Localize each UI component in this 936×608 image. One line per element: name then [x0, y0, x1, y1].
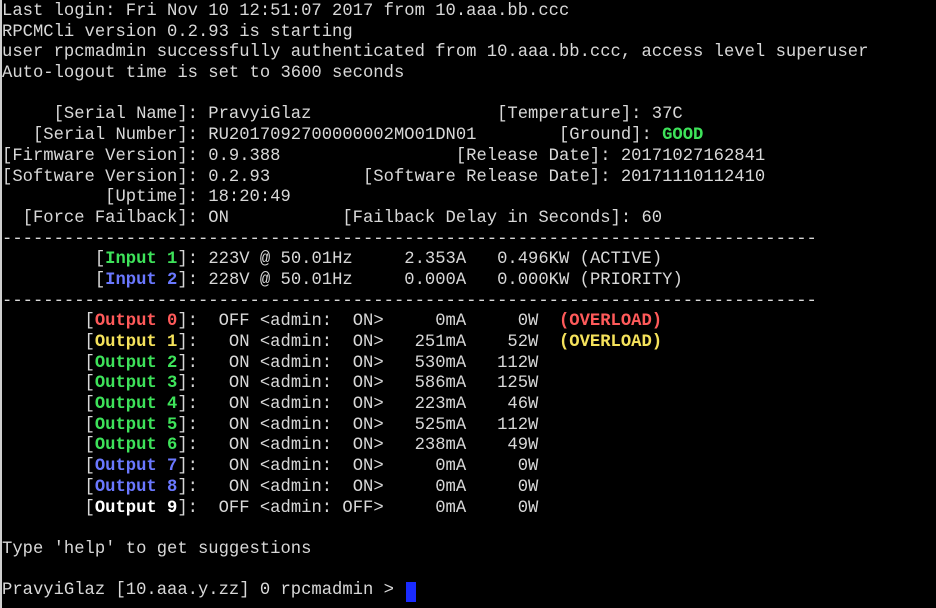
- input-label: Input 2: [105, 270, 178, 290]
- output-label: Output 9: [94, 498, 178, 518]
- input-label: Input 1: [105, 250, 178, 270]
- separator-bottom: ----------------------------------------…: [2, 291, 817, 311]
- output-bracket: ]: [177, 457, 188, 477]
- serial-name-row: [Serial Name]: PravyiGlaz [Temperature]:…: [2, 105, 683, 125]
- output-row: [Output 4]: ON <admin: ON> 223mA 46W: [2, 395, 936, 416]
- output-label: Output 2: [94, 353, 178, 373]
- output-values: : OFF <admin: OFF> 0mA 0W: [187, 498, 539, 518]
- failback-row: [Force Failback]: ON [Failback Delay in …: [2, 208, 663, 228]
- output-prefix: [: [2, 477, 95, 497]
- output-bracket: ]: [177, 477, 188, 497]
- output-prefix: [: [2, 436, 95, 456]
- output-row: [Output 3]: ON <admin: ON> 586mA 125W: [2, 374, 936, 395]
- text-cursor[interactable]: [406, 581, 417, 602]
- output-bracket: ]: [177, 436, 188, 456]
- output-row: [Output 7]: ON <admin: ON> 0mA 0W: [2, 457, 936, 478]
- output-label: Output 0: [94, 312, 178, 332]
- input-bracket: ]: [177, 270, 188, 290]
- overload-warning: (OVERLOAD): [558, 312, 663, 332]
- input-prefix: [: [2, 270, 106, 290]
- input-values: : 228V @ 50.01Hz 0.000A 0.000KW (PRIORIT…: [187, 270, 683, 290]
- output-values: : ON <admin: ON> 530mA 112W: [187, 353, 539, 373]
- input-row: [Input 2]: 228V @ 50.01Hz 0.000A 0.000KW…: [2, 271, 936, 292]
- output-bracket: ]: [177, 415, 188, 435]
- output-label: Output 6: [94, 436, 178, 456]
- uptime-row: [Uptime]: 18:20:49: [2, 188, 291, 208]
- output-label: Output 7: [94, 457, 178, 477]
- output-row: [Output 1]: ON <admin: ON> 251mA 52W (OV…: [2, 333, 936, 354]
- input-values: : 223V @ 50.01Hz 2.353A 0.496KW (ACTIVE): [187, 250, 663, 270]
- overload-warning: (OVERLOAD): [558, 333, 663, 352]
- output-prefix: [: [2, 333, 95, 352]
- output-row: [Output 0]: OFF <admin: ON> 0mA 0W (OVER…: [2, 312, 936, 333]
- output-bracket: ]: [177, 312, 188, 332]
- serial-number-text: [Serial Number]: RU2017092700000002MO01D…: [2, 126, 663, 146]
- output-bracket: ]: [177, 498, 188, 518]
- output-label: Output 5: [94, 415, 178, 435]
- output-prefix: [: [2, 457, 95, 477]
- input-row: [Input 1]: 223V @ 50.01Hz 2.353A 0.496KW…: [2, 250, 936, 271]
- output-bracket: ]: [177, 353, 188, 373]
- terminal-window[interactable]: Last login: Fri Nov 10 12:51:07 2017 fro…: [0, 0, 936, 608]
- outputs-section: [Output 0]: OFF <admin: ON> 0mA 0W (OVER…: [2, 312, 936, 519]
- input-bracket: ]: [177, 250, 188, 270]
- serial-number-row: [Serial Number]: RU2017092700000002MO01D…: [2, 126, 936, 147]
- prompt-text: PravyiGlaz [10.aaa.y.zz] 0 rpcmadmin >: [2, 581, 405, 601]
- output-row: [Output 8]: ON <admin: ON> 0mA 0W: [2, 478, 936, 499]
- output-values: : ON <admin: ON> 0mA 0W: [187, 477, 539, 497]
- output-label: Output 8: [94, 477, 178, 497]
- output-values: : ON <admin: ON> 586mA 125W: [187, 374, 539, 394]
- ground-status: GOOD: [662, 126, 704, 146]
- output-values: : ON <admin: ON> 223mA 46W: [187, 395, 539, 415]
- output-prefix: [: [2, 353, 95, 373]
- output-bracket: ]: [177, 395, 188, 415]
- output-values: : ON <admin: ON> 251mA 52W: [187, 333, 559, 352]
- output-prefix: [: [2, 312, 95, 332]
- output-row: [Output 2]: ON <admin: ON> 530mA 112W: [2, 354, 936, 375]
- output-label: Output 3: [94, 374, 178, 394]
- help-line: Type 'help' to get suggestions: [2, 539, 312, 559]
- command-prompt[interactable]: PravyiGlaz [10.aaa.y.zz] 0 rpcmadmin >: [2, 581, 936, 602]
- separator-top: ----------------------------------------…: [2, 229, 817, 249]
- auth-line: user rpcmadmin successfully authenticate…: [2, 43, 869, 63]
- version-line: RPCMCli version 0.2.93 is starting: [2, 22, 353, 42]
- output-label: Output 4: [94, 395, 178, 415]
- firmware-row: [Firmware Version]: 0.9.388 [Release Dat…: [2, 146, 766, 166]
- output-prefix: [: [2, 415, 95, 435]
- output-row: [Output 9]: OFF <admin: OFF> 0mA 0W: [2, 499, 936, 520]
- output-values: : ON <admin: ON> 525mA 112W: [187, 415, 539, 435]
- inputs-section: [Input 1]: 223V @ 50.01Hz 2.353A 0.496KW…: [2, 250, 936, 291]
- input-prefix: [: [2, 250, 106, 270]
- output-row: [Output 5]: ON <admin: ON> 525mA 112W: [2, 416, 936, 437]
- output-label: Output 1: [94, 333, 178, 352]
- output-values: : ON <admin: ON> 238mA 49W: [187, 436, 539, 456]
- output-bracket: ]: [177, 333, 188, 352]
- output-prefix: [: [2, 374, 95, 394]
- output-prefix: [: [2, 395, 95, 415]
- output-prefix: [: [2, 498, 95, 518]
- software-row: [Software Version]: 0.2.93 [Software Rel…: [2, 167, 766, 187]
- output-bracket: ]: [177, 374, 188, 394]
- output-values: : OFF <admin: ON> 0mA 0W: [187, 312, 559, 332]
- output-values: : ON <admin: ON> 0mA 0W: [187, 457, 539, 477]
- autologout-line: Auto-logout time is set to 3600 seconds: [2, 64, 405, 84]
- login-line: Last login: Fri Nov 10 12:51:07 2017 fro…: [2, 2, 570, 21]
- output-row: [Output 6]: ON <admin: ON> 238mA 49W: [2, 436, 936, 457]
